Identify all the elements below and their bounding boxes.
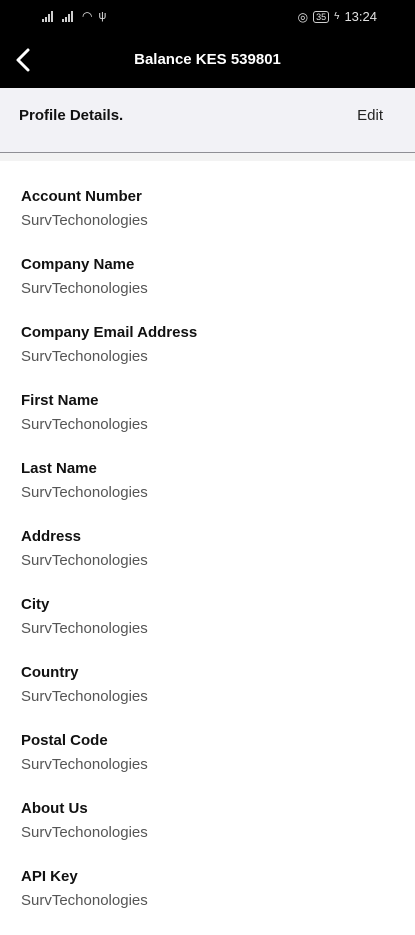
charging-icon: ϟ	[334, 11, 340, 22]
field-first-name: First Name SurvTechonologies	[21, 391, 197, 459]
field-value: SurvTechonologies	[21, 892, 148, 909]
field-about-us: About Us SurvTechonologies	[21, 799, 197, 867]
alarm-icon: ◎	[297, 9, 309, 24]
field-city: City SurvTechonologies	[21, 595, 197, 663]
profile-title: Profile Details.	[19, 107, 124, 124]
field-label: API Key	[21, 868, 78, 885]
field-label: Company Email Address	[21, 324, 198, 341]
field-label: Account Number	[21, 188, 142, 205]
field-company-email: Company Email Address SurvTechonologies	[21, 323, 197, 391]
edit-button[interactable]: Edit	[357, 107, 383, 124]
field-account-number: Account Number SurvTechonologies	[21, 187, 197, 255]
status-time: 13:24	[344, 9, 377, 24]
status-left: ◠ ψ	[42, 9, 106, 23]
field-country: Country SurvTechonologies	[21, 663, 197, 731]
field-last-name: Last Name SurvTechonologies	[21, 459, 197, 527]
field-value: SurvTechonologies	[21, 280, 148, 297]
signal-icon	[62, 10, 76, 22]
field-postal-code: Postal Code SurvTechonologies	[21, 731, 197, 799]
page-title: Balance KES 539801	[134, 51, 281, 68]
profile-fields: Account Number SurvTechonologies Company…	[21, 187, 197, 935]
field-value: SurvTechonologies	[21, 620, 148, 637]
status-bar: ◠ ψ ◎ 35 ϟ 13:24	[0, 0, 415, 33]
field-label: Postal Code	[21, 732, 108, 749]
field-label: Country	[21, 664, 79, 681]
field-api-key: API Key SurvTechonologies	[21, 867, 197, 935]
field-label: City	[21, 596, 50, 613]
field-value: SurvTechonologies	[21, 688, 148, 705]
field-value: SurvTechonologies	[21, 552, 148, 569]
field-value: SurvTechonologies	[21, 348, 148, 365]
field-label: First Name	[21, 392, 99, 409]
field-label: Last Name	[21, 460, 97, 477]
status-right: ◎ 35 ϟ 13:24	[298, 9, 377, 24]
field-value: SurvTechonologies	[21, 484, 148, 501]
field-company-name: Company Name SurvTechonologies	[21, 255, 197, 323]
field-label: About Us	[21, 800, 88, 817]
field-address: Address SurvTechonologies	[21, 527, 197, 595]
signal-icon	[42, 10, 56, 22]
wifi-icon: ◠	[82, 9, 93, 23]
field-label: Address	[21, 528, 82, 545]
field-value: SurvTechonologies	[21, 756, 148, 773]
field-value: SurvTechonologies	[21, 824, 148, 841]
usb-icon: ψ	[98, 10, 107, 22]
app-header: Balance KES 539801	[0, 33, 415, 88]
battery-icon: 35	[313, 10, 330, 23]
divider-band	[0, 153, 415, 161]
field-label: Company Name	[21, 256, 135, 273]
field-value: SurvTechonologies	[21, 416, 148, 433]
field-value: SurvTechonologies	[21, 212, 148, 229]
profile-subheader: Profile Details. Edit	[0, 88, 415, 153]
